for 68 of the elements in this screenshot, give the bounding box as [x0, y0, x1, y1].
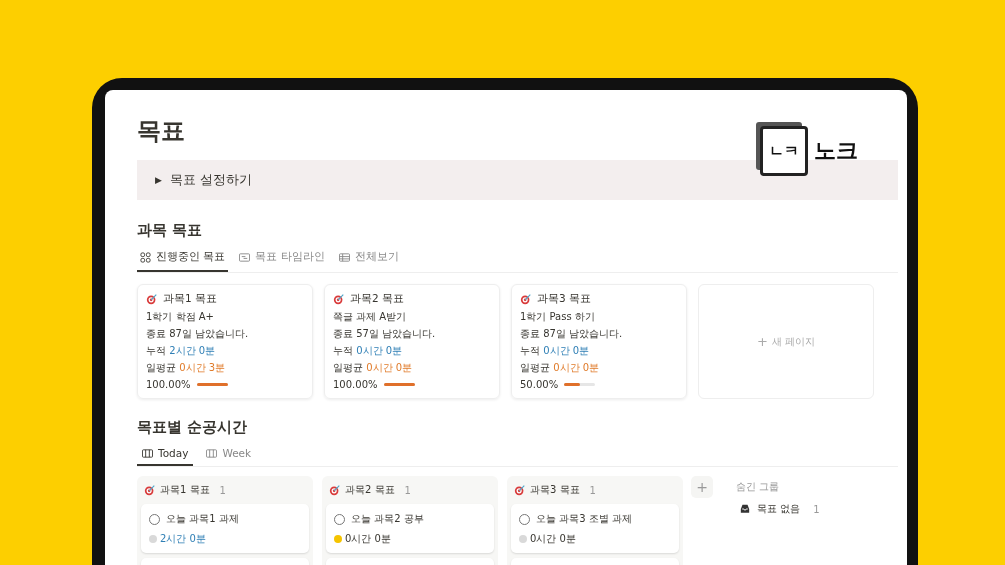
grid-icon — [140, 251, 151, 263]
target-icon — [333, 293, 345, 305]
column-title[interactable]: 과목2 목표 — [345, 483, 395, 497]
board-icon — [142, 447, 153, 459]
section-heading: 목표별 순공시간 — [137, 417, 249, 437]
card-title: 과목3 목표 — [537, 292, 592, 306]
hidden-groups-heading: 숨긴 그룹 — [736, 480, 781, 494]
card-title: 과목2 목표 — [350, 292, 405, 306]
view-tab[interactable]: 목표 타임라인 — [236, 246, 328, 272]
average-time: 0시간 3분 — [179, 362, 226, 373]
column-count: 1 — [589, 484, 596, 496]
toggle-label: 목표 설정하기 — [169, 171, 253, 189]
column-count: 1 — [219, 484, 226, 496]
goal-card[interactable]: 과목1 목표 1학기 학점 A+ 종료 87일 남았습니다. 누적 2시간 0분 일평균 0시간 3분 100.00% — [137, 284, 313, 399]
toggle-block[interactable]: ▶ 목표 설정하기 — [137, 160, 898, 200]
target-icon — [146, 293, 158, 305]
section-heading: 과목 목표 — [137, 220, 204, 240]
view-tab[interactable]: 전체보기 — [335, 246, 402, 272]
average-label: 일평균 — [520, 362, 550, 373]
task-title: 오늘 과목2 공부 — [351, 512, 424, 526]
total-label: 누적 — [146, 345, 166, 356]
target-icon — [520, 293, 532, 305]
task-card[interactable]: 오늘 과목1 과제 2시간 0분 — [141, 504, 309, 553]
average-label: 일평균 — [146, 362, 176, 373]
task-time: 0시간 0분 — [530, 532, 576, 546]
goal-card[interactable]: 과목3 목표 1학기 Pass 하기 종료 87일 남았습니다. 누적 0시간 0분 일평균 0시간 0분 50.00% — [511, 284, 687, 399]
group-count: 1 — [813, 503, 820, 515]
average-time: 0시간 0분 — [366, 362, 413, 373]
task-title: 오늘 과목1 과제 — [166, 512, 239, 526]
view-tab[interactable]: Today — [137, 443, 194, 466]
page-title: 목표 — [137, 116, 185, 146]
progress-percent: 100.00% — [146, 378, 191, 392]
column-count: 1 — [404, 484, 411, 496]
column-title[interactable]: 과목3 목표 — [530, 483, 580, 497]
progress-percent: 100.00% — [333, 378, 378, 392]
target-icon — [329, 484, 341, 496]
group-label[interactable]: 목표 없음 — [757, 502, 801, 516]
view-tab[interactable]: 진행중인 목표 — [137, 246, 229, 272]
total-label: 누적 — [333, 345, 353, 356]
timeline-icon — [239, 251, 251, 263]
inbox-icon — [740, 504, 750, 514]
total-time: 0시간 0분 — [356, 345, 403, 356]
goal-text: 1학기 Pass 하기 — [520, 310, 596, 324]
total-time: 2시간 0분 — [169, 345, 216, 356]
task-card[interactable]: 오늘 과목3 조별 과제 0시간 0분 — [511, 504, 679, 553]
total-label: 누적 — [520, 345, 540, 356]
board-icon — [206, 447, 218, 459]
total-time: 0시간 0분 — [543, 345, 590, 356]
task-time: 2시간 0분 — [160, 532, 206, 546]
task-card[interactable]: 오늘 과목2 공부 0시간 0분 — [326, 504, 494, 553]
remaining-text: 종료 87일 남았습니다. — [520, 327, 624, 341]
card-title: 과목1 목표 — [163, 292, 218, 306]
goal-card[interactable]: 과목2 목표 쪽글 과제 A받기 종료 57일 남았습니다. 누적 0시간 0분 일평균 0시간 0분 100.00% — [324, 284, 500, 399]
target-icon — [514, 484, 526, 496]
remaining-text: 종료 87일 남았습니다. — [146, 327, 250, 341]
target-icon — [144, 484, 156, 496]
task-time: 0시간 0분 — [345, 532, 391, 546]
table-icon — [338, 251, 350, 263]
average-label: 일평균 — [333, 362, 363, 373]
task-title: 오늘 과목3 조별 과제 — [536, 512, 632, 526]
column-title[interactable]: 과목1 목표 — [160, 483, 210, 497]
average-time: 0시간 0분 — [553, 362, 600, 373]
progress-percent: 50.00% — [520, 378, 559, 392]
goal-text: 1학기 학점 A+ — [146, 310, 215, 324]
goal-text: 쪽글 과제 A받기 — [333, 310, 408, 324]
remaining-text: 종료 57일 남았습니다. — [333, 327, 437, 341]
toggle-icon: ▶ — [155, 175, 162, 185]
view-tab[interactable]: Week — [201, 443, 257, 466]
